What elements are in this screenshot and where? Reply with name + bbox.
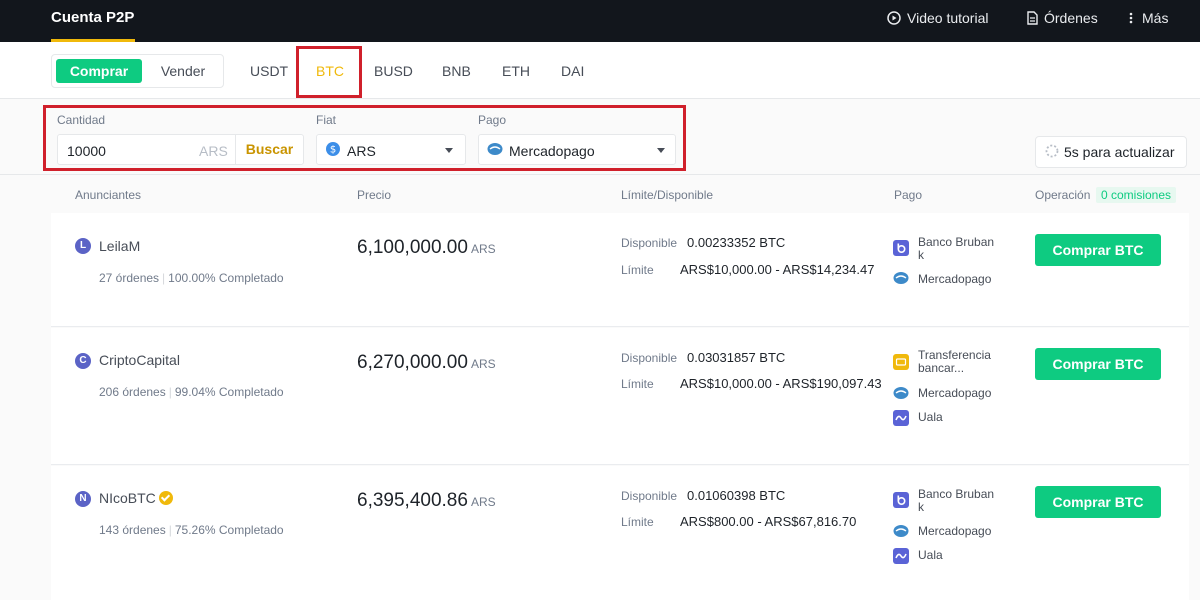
orders-link[interactable]: Órdenes [1027,10,1098,26]
column-header-operation: Operación [1035,188,1091,202]
refresh-label: 5s para actualizar [1064,144,1175,160]
avatar: N [75,491,91,507]
buy-tab[interactable]: Comprar [56,59,142,83]
order-count: 143 órdenes [99,523,166,537]
orders-label: Órdenes [1044,10,1098,26]
table-header: Anunciantes Precio Límite/Disponible Pag… [51,176,1189,213]
order-count: 206 órdenes [99,385,166,399]
asset-tab-dai[interactable]: DAI [561,63,584,79]
column-header-price: Precio [357,188,392,202]
highlight-box-btc [296,46,362,98]
payment-method: Uala [918,410,943,424]
price-currency: ARS [470,242,496,256]
payment-method: Mercadopago [918,386,992,400]
brubank-icon [893,492,909,508]
advertiser-name-text: NIcoBTC [99,490,156,506]
completion-rate: 75.26% Completado [174,523,284,537]
advertiser-stats: 206 órdenes | 99.04% Completado [99,385,284,399]
mercadopago-icon [893,271,909,287]
completion-rate: 99.04% Completado [174,385,284,399]
price: 6,395,400.86 ARS [357,490,496,512]
asset-tab-usdt[interactable]: USDT [250,63,288,79]
mercadopago-icon [893,524,909,540]
brand-title[interactable]: Cuenta P2P [51,9,134,26]
refresh-button[interactable]: 5s para actualizar [1035,136,1187,168]
table-row: L LeilaM 27 órdenes | 100.00% Completado 6… [51,213,1189,327]
mercadopago-icon [893,386,909,402]
asset-tab-eth[interactable]: ETH [502,63,530,79]
asset-tab-busd[interactable]: BUSD [374,63,413,79]
order-count: 27 órdenes [99,271,160,285]
limit-label: Límite [621,515,654,529]
top-bar: Cuenta P2P Video tutorial Órdenes Más [0,0,1200,42]
avatar: L [75,238,91,254]
price-value: 6,100,000.00 [357,237,468,258]
more-icon [1126,11,1136,25]
bank-transfer-icon [893,354,909,370]
payment-method: Mercadopago [918,272,992,286]
table-row: C CriptoCapital 206 órdenes | 99.04% Compl… [51,328,1189,465]
verified-badge-icon [158,491,173,505]
buy-btc-button[interactable]: Comprar BTC [1035,234,1161,266]
payment-method: Banco Bruban k [918,487,995,514]
column-header-limit: Límite/Disponible [621,188,714,202]
sell-tab[interactable]: Vender [145,59,221,83]
buy-btc-button[interactable]: Comprar BTC [1035,486,1161,518]
price-value: 6,270,000.00 [357,352,468,373]
uala-icon [893,548,909,564]
uala-icon [893,410,909,426]
limit-label: Límite [621,263,654,277]
loading-spinner-icon [1045,144,1059,161]
asset-tabs-row: Comprar Vender USDT BTC BUSD BNB ETH DAI [0,42,1200,99]
available-value: 0.01060398 BTC [687,488,786,503]
payment-method: Transferencia bancar... [918,348,991,375]
limit-value: ARS$10,000.00 - ARS$14,234.47 [680,262,875,277]
completion-rate: 100.00% Completado [168,271,284,285]
table-row: N NIcoBTC 143 órdenes | 75.26% Completado … [51,466,1189,600]
avatar: C [75,353,91,369]
price-currency: ARS [470,495,496,509]
document-icon [1027,11,1038,25]
brubank-icon [893,240,909,256]
price-currency: ARS [470,357,496,371]
more-menu[interactable]: Más [1126,10,1168,26]
video-tutorial-link[interactable]: Video tutorial [887,10,988,26]
advertiser-name[interactable]: LeilaM [99,238,140,254]
available-label: Disponible [621,351,678,365]
advertiser-name[interactable]: NIcoBTC [99,490,173,506]
advertiser-stats: 27 órdenes | 100.00% Completado [99,271,284,285]
limit-value: ARS$800.00 - ARS$67,816.70 [680,514,857,529]
available-label: Disponible [621,489,678,503]
column-header-payment: Pago [894,188,923,202]
play-icon [887,11,901,25]
available-value: 0.00233352 BTC [687,235,786,250]
highlight-box-filters [43,105,686,171]
column-header-advertisers: Anunciantes [75,188,142,202]
price-value: 6,395,400.86 [357,490,468,511]
available-label: Disponible [621,236,678,250]
video-tutorial-label: Video tutorial [907,10,989,26]
more-label: Más [1142,10,1169,26]
price: 6,100,000.00 ARS [357,237,496,259]
zero-fee-badge: 0 comisiones [1096,187,1177,203]
price: 6,270,000.00 ARS [357,352,496,374]
buy-sell-toggle: Comprar Vender [51,54,224,88]
payment-method: Uala [918,548,943,562]
payment-method: Mercadopago [918,524,992,538]
advertiser-name[interactable]: CriptoCapital [99,352,180,368]
asset-tab-bnb[interactable]: BNB [442,63,471,79]
limit-value: ARS$10,000.00 - ARS$190,097.43 [680,376,882,391]
advertiser-stats: 143 órdenes | 75.26% Completado [99,523,284,537]
buy-btc-button[interactable]: Comprar BTC [1035,348,1161,380]
payment-method: Banco Bruban k [918,235,995,262]
limit-label: Límite [621,377,654,391]
available-value: 0.03031857 BTC [687,350,786,365]
